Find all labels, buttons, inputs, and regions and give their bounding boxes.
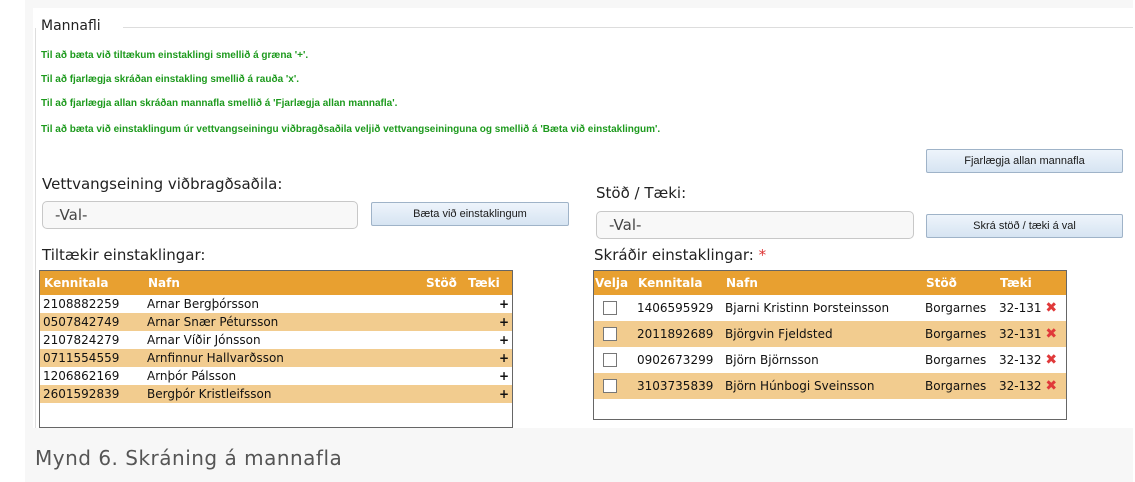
- table-row: 2108882259 Arnar Bergþórsson +: [40, 295, 512, 313]
- table-row: 0507842749 Arnar Snær Pétursson +: [40, 313, 512, 331]
- stod-cell: Borgarnes: [925, 353, 987, 367]
- table-row: 1206862169 Arnþór Pálsson +: [40, 367, 512, 385]
- registered-table-title: Skráðir einstaklingar: *: [594, 246, 766, 264]
- mannafli-panel: Mannafli Til að bæta við tiltækum einsta…: [33, 8, 1133, 428]
- stod-cell: [422, 385, 464, 403]
- col-nafn[interactable]: Nafn: [722, 271, 922, 295]
- taeki-cell: 32-132 ✖: [996, 347, 1066, 373]
- col-stod[interactable]: Stöð: [922, 271, 996, 295]
- col-taeki[interactable]: Tæki: [996, 271, 1066, 295]
- nafn-cell: Björn Björnsson: [725, 353, 819, 367]
- table-row: 3103735839 Björn Húnbogi Sveinsson Borga…: [594, 373, 1066, 399]
- remove-x-icon[interactable]: ✖: [1045, 352, 1057, 368]
- stod-cell: Borgarnes: [922, 373, 996, 399]
- col-kennitala[interactable]: Kennitala: [40, 271, 144, 295]
- table-row: 0711554559 Arnfinnur Hallvarðsson +: [40, 349, 512, 367]
- table-row: 2107824279 Arnar Víðir Jónsson +: [40, 331, 512, 349]
- figure-caption: Mynd 6. Skráning á mannafla: [35, 446, 343, 470]
- nafn-cell: Arnar Bergþórsson: [147, 297, 259, 311]
- add-plus-icon[interactable]: +: [464, 349, 512, 367]
- kennitala-cell: 2011892689: [634, 321, 722, 347]
- kennitala-cell: 1406595929: [637, 301, 714, 315]
- kennitala-cell: 0902673299: [637, 353, 714, 367]
- select-cell: [594, 295, 634, 321]
- taeki-cell: 32-131 ✖: [996, 295, 1066, 321]
- add-individuals-button[interactable]: Bæta við einstaklingum: [371, 202, 569, 226]
- stod-cell: Borgarnes: [922, 321, 996, 347]
- kennitala-cell: 2108882259: [43, 297, 120, 311]
- nafn-cell: Björn Húnbogi Sveinsson: [722, 373, 922, 399]
- taeki-value: 32-131: [999, 327, 1042, 341]
- select-cell: [594, 347, 634, 373]
- available-table-title: Tiltækir einstaklingar:: [42, 246, 206, 264]
- available-table: Kennitala Nafn Stöð Tæki 2108882259 Arna…: [40, 271, 512, 403]
- add-plus-icon[interactable]: +: [464, 295, 512, 313]
- select-cell: [594, 373, 634, 399]
- select-cell: [594, 321, 634, 347]
- instruction-4: Til að bæta við einstaklingum úr vettvan…: [41, 124, 661, 135]
- nafn-cell: Arnþór Pálsson: [147, 369, 237, 383]
- kennitala-cell: 1206862169: [43, 369, 120, 383]
- fieldset-border-top: [123, 27, 1133, 28]
- stod-cell: [422, 295, 464, 313]
- required-asterisk: *: [758, 246, 767, 264]
- figure-frame: Mannafli Til að bæta við tiltækum einsta…: [25, 0, 1133, 482]
- add-plus-icon[interactable]: +: [464, 367, 512, 385]
- unit-select[interactable]: -Val-: [42, 201, 358, 229]
- instruction-2: Til að fjarlægja skráðan einstakling sme…: [41, 74, 299, 85]
- add-plus-icon[interactable]: +: [464, 331, 512, 349]
- taeki-value: 32-132: [999, 379, 1042, 393]
- table-row: 2011892689 Björgvin Fjeldsted Borgarnes …: [594, 321, 1066, 347]
- col-kennitala[interactable]: Kennitala: [634, 271, 722, 295]
- stod-cell: [422, 331, 464, 349]
- nafn-cell: Arnfinnur Hallvarðsson: [144, 349, 422, 367]
- col-taeki[interactable]: Tæki: [464, 271, 512, 295]
- stod-cell: [422, 349, 464, 367]
- taeki-value: 32-132: [999, 353, 1042, 367]
- register-station-button[interactable]: Skrá stöð / tæki á val: [926, 214, 1123, 238]
- station-select[interactable]: -Val-: [596, 211, 914, 239]
- row-checkbox[interactable]: [603, 301, 617, 316]
- kennitala-cell: 3103735839: [634, 373, 722, 399]
- fieldset-border-left: [35, 28, 36, 428]
- table-row: 1406595929 Bjarni Kristinn Þorsteinsson …: [594, 295, 1066, 321]
- taeki-cell: 32-132 ✖: [996, 373, 1066, 399]
- kennitala-cell: 0711554559: [40, 349, 144, 367]
- stod-cell: [422, 367, 464, 385]
- taeki-cell: 32-131 ✖: [996, 321, 1066, 347]
- nafn-cell: Bjarni Kristinn Þorsteinsson: [725, 301, 890, 315]
- col-stod[interactable]: Stöð: [422, 271, 464, 295]
- remove-x-icon[interactable]: ✖: [1045, 378, 1057, 394]
- add-plus-icon[interactable]: +: [464, 385, 512, 403]
- unit-label: Vettvangseining viðbragðsaðila:: [42, 175, 283, 193]
- remove-x-icon[interactable]: ✖: [1045, 326, 1057, 342]
- registered-table-title-text: Skráðir einstaklingar:: [594, 246, 754, 264]
- add-plus-icon[interactable]: +: [464, 313, 512, 331]
- stod-cell: [422, 313, 464, 331]
- row-checkbox[interactable]: [603, 379, 617, 394]
- instruction-3: Til að fjarlægja allan skráðan mannafla …: [41, 98, 398, 109]
- row-checkbox[interactable]: [603, 353, 617, 368]
- nafn-cell: Arnar Snær Pétursson: [144, 313, 422, 331]
- station-label: Stöð / Tæki:: [596, 184, 687, 202]
- kennitala-cell: 2107824279: [43, 333, 120, 347]
- nafn-cell: Bergþór Kristleifsson: [144, 385, 422, 403]
- remove-x-icon[interactable]: ✖: [1045, 300, 1057, 316]
- table-row: 0902673299 Björn Björnsson Borgarnes 32-…: [594, 347, 1066, 373]
- fieldset-title: Mannafli: [41, 18, 101, 34]
- kennitala-cell: 0507842749: [40, 313, 144, 331]
- stod-cell: Borgarnes: [925, 301, 987, 315]
- registered-table: Velja Kennitala Nafn Stöð Tæki 140659592…: [594, 271, 1066, 399]
- kennitala-cell: 2601592839: [40, 385, 144, 403]
- instruction-1: Til að bæta við tiltækum einstaklingi sm…: [41, 50, 309, 61]
- nafn-cell: Arnar Víðir Jónsson: [147, 333, 261, 347]
- nafn-cell: Björgvin Fjeldsted: [722, 321, 922, 347]
- col-velja[interactable]: Velja: [594, 271, 634, 295]
- table-row: 2601592839 Bergþór Kristleifsson +: [40, 385, 512, 403]
- col-nafn[interactable]: Nafn: [144, 271, 422, 295]
- taeki-value: 32-131: [999, 301, 1042, 315]
- row-checkbox[interactable]: [603, 327, 617, 342]
- remove-all-button[interactable]: Fjarlægja allan mannafla: [926, 149, 1123, 173]
